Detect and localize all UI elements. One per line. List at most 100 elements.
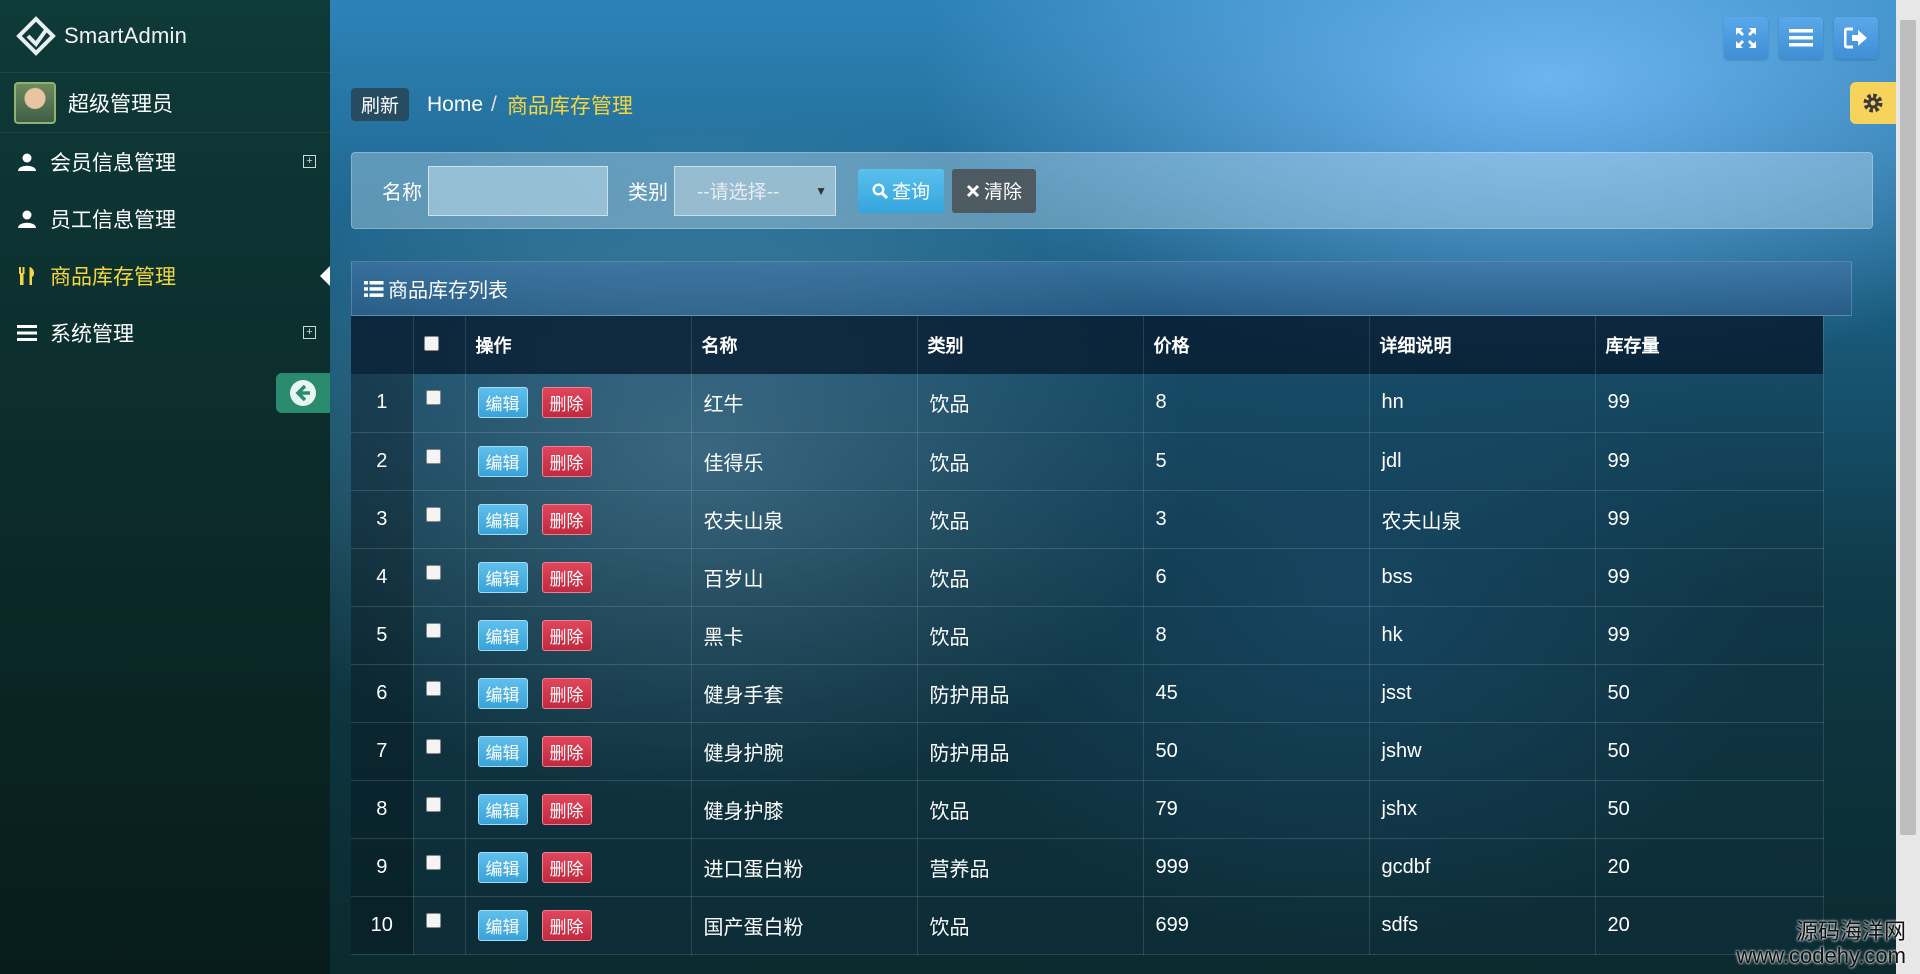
delete-button[interactable]: 删除 (541, 445, 592, 477)
sidebar-item-system[interactable]: 系统管理 + (0, 304, 330, 361)
cell-stock: 99 (1595, 374, 1824, 433)
delete-button[interactable]: 删除 (541, 851, 592, 883)
breadcrumb-home-link[interactable]: Home (427, 93, 483, 117)
cell-type: 防护用品 (917, 722, 1144, 781)
watermark-line1: 源码海洋网 (1795, 918, 1906, 944)
row-index: 9 (351, 838, 414, 897)
row-index: 7 (351, 722, 414, 781)
refresh-button[interactable]: 刷新 (351, 88, 410, 121)
logout-button[interactable] (1834, 17, 1878, 59)
row-checkbox[interactable] (425, 738, 441, 754)
watermark-line2: www.codehy.com (1736, 942, 1906, 968)
logout-icon (1844, 27, 1867, 49)
app-root: SmartAdmin 超级管理员 会员信息管理 + 员工信息管理 商品库存管理 … (0, 0, 1920, 974)
cell-name: 佳得乐 (691, 432, 918, 491)
header-stock[interactable]: 库存量 (1595, 316, 1824, 374)
row-checkbox[interactable] (425, 796, 441, 812)
cell-name: 红牛 (691, 374, 918, 433)
row-select-cell (413, 780, 466, 839)
logo-bar: SmartAdmin (0, 0, 330, 73)
logo-icon (16, 16, 56, 56)
sidebar-item-label: 商品库存管理 (50, 265, 176, 289)
sidebar-item-staff[interactable]: 员工信息管理 (0, 190, 330, 247)
edit-button[interactable]: 编辑 (477, 619, 528, 651)
row-checkbox[interactable] (425, 390, 441, 405)
search-button[interactable]: 查询 (858, 168, 945, 213)
cutlery-icon (16, 265, 38, 287)
edit-button[interactable]: 编辑 (477, 793, 528, 825)
delete-button[interactable]: 删除 (541, 387, 592, 419)
row-actions: 编辑 删除 (465, 896, 692, 955)
edit-button[interactable]: 编辑 (477, 851, 528, 883)
edit-button[interactable]: 编辑 (477, 387, 528, 419)
cell-price: 8 (1143, 374, 1370, 433)
sidebar-item-member[interactable]: 会员信息管理 + (0, 133, 330, 190)
row-checkbox[interactable] (425, 680, 441, 696)
page-scrollbar[interactable] (1896, 0, 1920, 974)
row-select-cell (413, 896, 466, 955)
user-profile[interactable]: 超级管理员 (0, 73, 330, 133)
cell-description: gcdbf (1369, 838, 1596, 897)
delete-button[interactable]: 删除 (541, 619, 592, 651)
header-name[interactable]: 名称 (691, 316, 918, 374)
row-checkbox[interactable] (425, 622, 441, 638)
delete-button[interactable]: 删除 (541, 677, 592, 709)
sidebar-item-label: 系统管理 (50, 322, 134, 346)
collapse-sidebar-button[interactable] (276, 373, 330, 413)
edit-button[interactable]: 编辑 (477, 503, 528, 535)
cell-name: 健身手套 (691, 664, 918, 723)
list-header: 商品库存列表 (351, 261, 1852, 316)
header-description[interactable]: 详细说明 (1369, 316, 1596, 374)
delete-button[interactable]: 删除 (541, 793, 592, 825)
row-actions: 编辑 删除 (465, 722, 692, 781)
cell-description: hn (1369, 374, 1596, 433)
row-checkbox[interactable] (425, 854, 441, 870)
delete-button[interactable]: 删除 (541, 909, 592, 941)
edit-button[interactable]: 编辑 (477, 909, 528, 941)
name-input[interactable] (428, 165, 608, 216)
clear-button[interactable]: 清除 (952, 168, 1037, 213)
edit-button[interactable]: 编辑 (477, 677, 528, 709)
sidebar-item-inventory[interactable]: 商品库存管理 (0, 247, 330, 304)
header-select-all (413, 316, 466, 374)
cell-description: jsst (1369, 664, 1596, 723)
fullscreen-button[interactable] (1724, 17, 1768, 59)
edit-button[interactable]: 编辑 (477, 561, 528, 593)
row-select-cell (413, 606, 466, 665)
header-price[interactable]: 价格 (1143, 316, 1370, 374)
type-label: 类别 (628, 182, 668, 204)
edit-button[interactable]: 编辑 (477, 735, 528, 767)
delete-button[interactable]: 删除 (541, 735, 592, 767)
cell-price: 6 (1143, 548, 1370, 607)
row-checkbox[interactable] (425, 564, 441, 580)
table-row: 10 编辑 删除 国产蛋白粉 饮品 699 sdfs 20 (351, 896, 1824, 955)
cell-description: bss (1369, 548, 1596, 607)
delete-button[interactable]: 删除 (541, 561, 592, 593)
scroll-thumb[interactable] (1900, 20, 1916, 835)
cell-description: jshx (1369, 780, 1596, 839)
header-type[interactable]: 类别 (917, 316, 1144, 374)
row-checkbox[interactable] (425, 506, 441, 522)
close-icon (966, 184, 980, 197)
cell-description: jdl (1369, 432, 1596, 491)
cell-name: 百岁山 (691, 548, 918, 607)
table-row: 1 编辑 删除 红牛 饮品 8 hn 99 (351, 374, 1824, 433)
user-name: 超级管理员 (68, 92, 173, 116)
edit-button[interactable]: 编辑 (477, 445, 528, 477)
cell-type: 饮品 (917, 606, 1144, 665)
row-checkbox[interactable] (425, 448, 441, 464)
expand-icon[interactable]: + (303, 155, 316, 168)
search-icon (872, 182, 888, 199)
cell-stock: 50 (1595, 664, 1824, 723)
row-actions: 编辑 删除 (465, 548, 692, 607)
select-all-checkbox[interactable] (423, 335, 439, 351)
caret-down-icon: ▼ (815, 183, 827, 198)
breadcrumb: 刷新 Home / 商品库存管理 (351, 88, 633, 121)
settings-button[interactable] (1850, 82, 1896, 124)
row-checkbox[interactable] (425, 912, 441, 928)
expand-icon[interactable]: + (303, 326, 316, 339)
type-select[interactable]: --请选择-- ▼ (674, 165, 836, 216)
delete-button[interactable]: 删除 (541, 503, 592, 535)
row-actions: 编辑 删除 (465, 432, 692, 491)
menu-toggle-button[interactable] (1779, 17, 1823, 59)
